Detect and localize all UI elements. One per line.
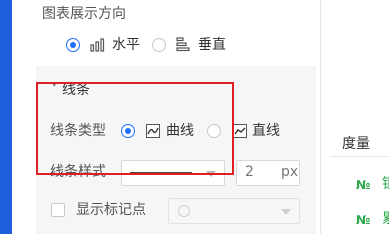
direction-vertical-label[interactable]: 垂直 bbox=[198, 36, 226, 54]
measure-header: 度量 bbox=[342, 136, 370, 152]
panel-divider bbox=[320, 0, 321, 234]
measure-header-divider bbox=[330, 156, 389, 157]
measure-item[interactable]: 累 bbox=[382, 210, 389, 228]
chart-direction-title: 图表展示方向 bbox=[42, 6, 126, 22]
line-type-straight-label[interactable]: 直线 bbox=[252, 122, 280, 140]
measure-item[interactable]: 银 bbox=[382, 175, 389, 193]
straight-line-icon bbox=[233, 124, 247, 138]
marker-shape-select[interactable] bbox=[168, 198, 300, 224]
chevron-down-icon bbox=[281, 209, 291, 215]
show-markers-label[interactable]: 显示标记点 bbox=[76, 200, 146, 220]
bar-chart-horizontal-icon bbox=[90, 38, 105, 52]
line-width-input[interactable]: 2 px bbox=[236, 160, 300, 186]
circle-marker-icon bbox=[178, 205, 190, 217]
bar-chart-vertical-icon bbox=[176, 37, 190, 52]
direction-vertical-radio[interactable] bbox=[152, 38, 166, 52]
line-width-value[interactable]: 2 bbox=[245, 164, 254, 180]
left-edge-strip bbox=[0, 0, 12, 234]
direction-horizontal-radio[interactable] bbox=[66, 38, 80, 52]
show-markers-checkbox[interactable] bbox=[51, 203, 65, 217]
highlight-annotation-box bbox=[36, 82, 234, 175]
measure-type-icon: № bbox=[356, 178, 371, 192]
measure-type-icon: № bbox=[356, 213, 371, 227]
line-width-unit: px bbox=[281, 164, 299, 180]
direction-horizontal-label[interactable]: 水平 bbox=[112, 36, 140, 54]
